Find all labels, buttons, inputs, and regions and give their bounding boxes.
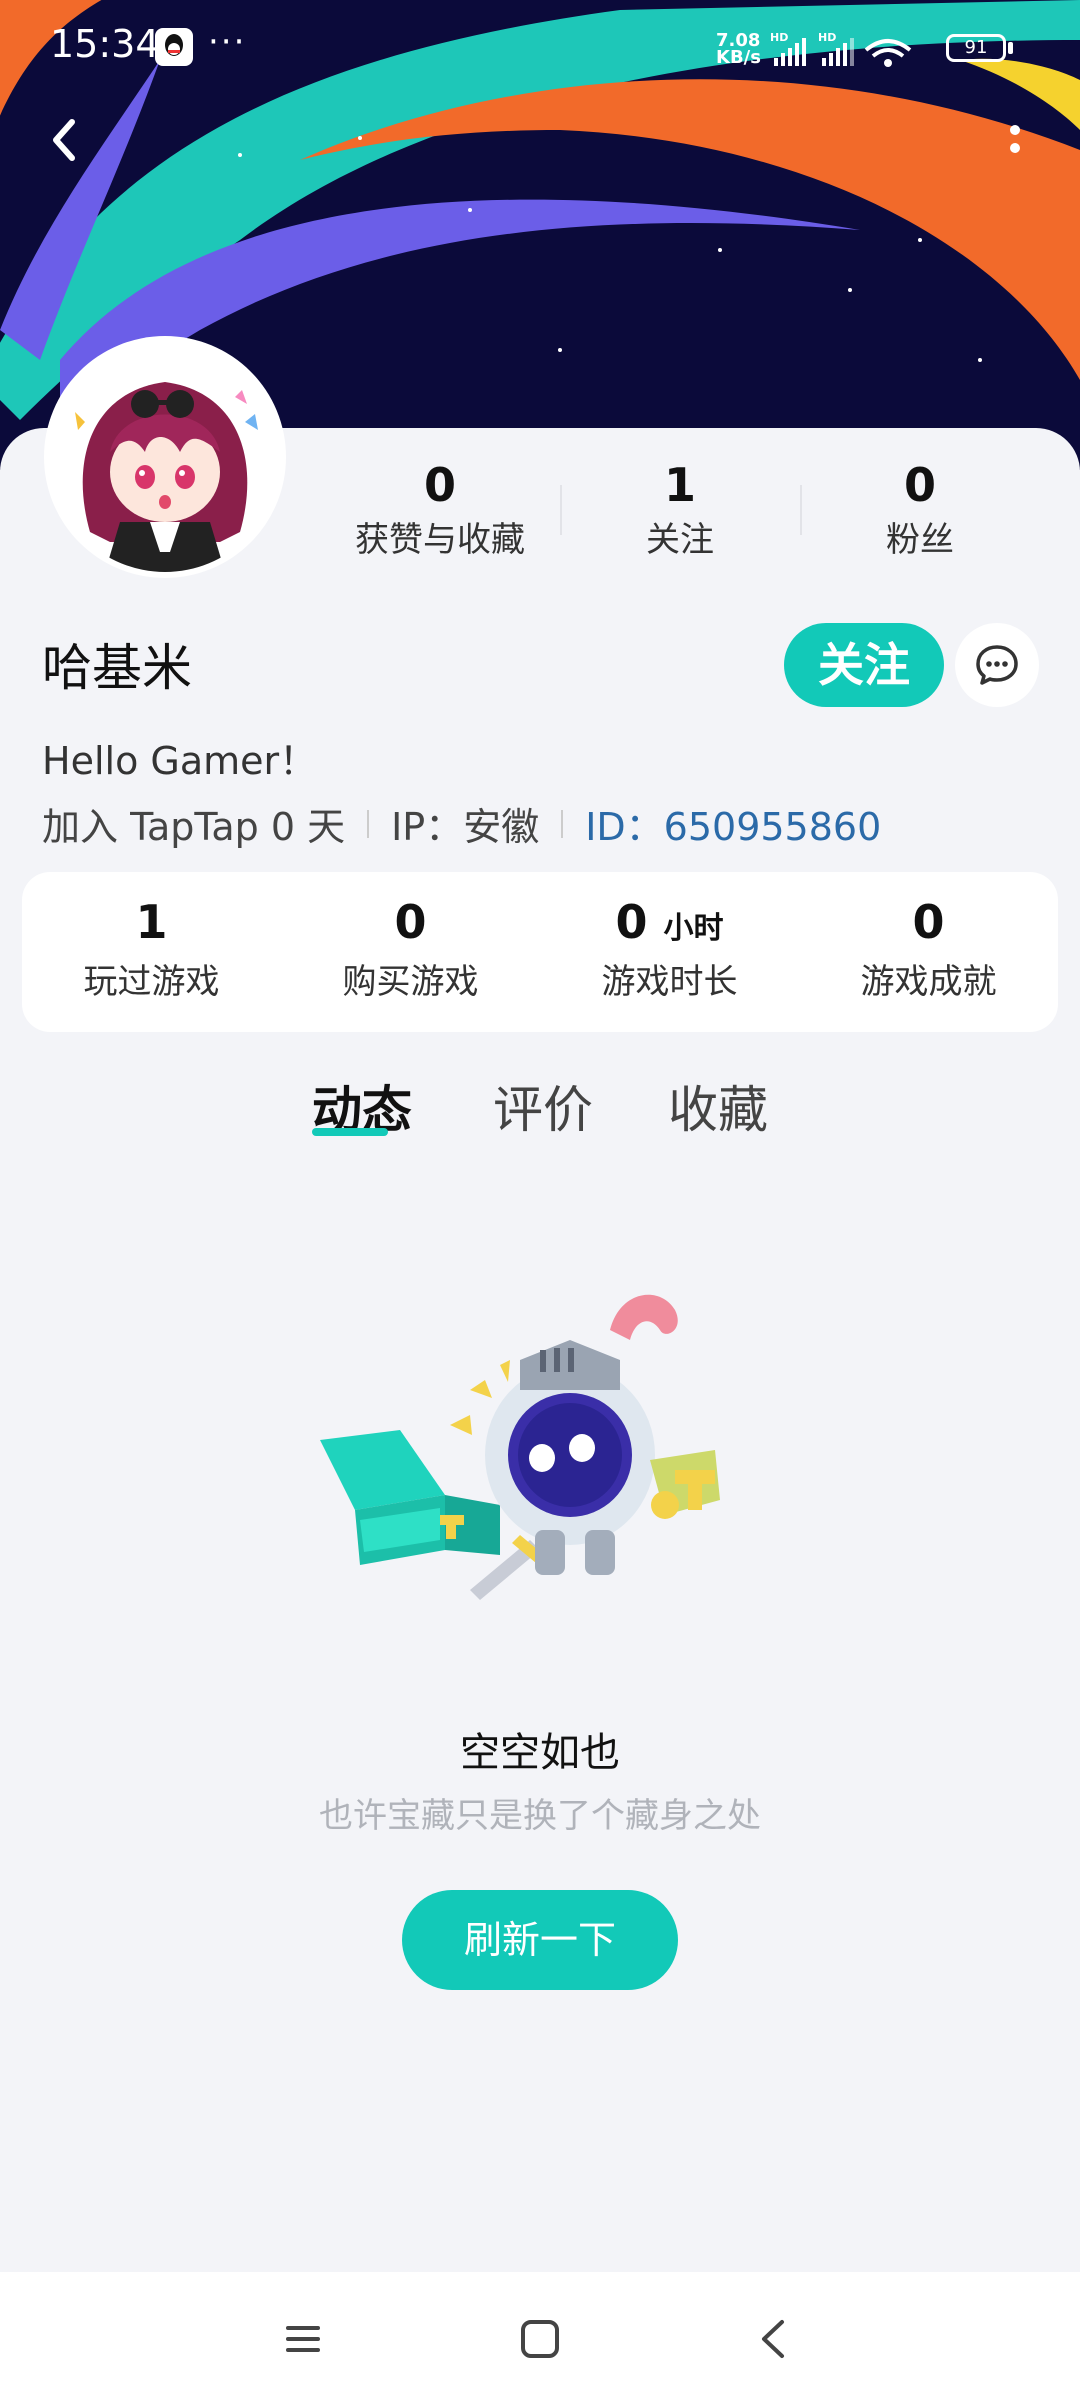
svg-text:HD: HD xyxy=(818,32,836,44)
game-stat-value: 0 小时 xyxy=(615,895,724,949)
battery-tip xyxy=(1008,42,1013,54)
menu-lines-icon xyxy=(286,2326,320,2352)
qq-notification-icon xyxy=(155,28,193,66)
back-button[interactable] xyxy=(40,110,90,170)
user-id[interactable]: ID：650955860 xyxy=(585,796,881,851)
stat-label: 获赞与收藏 xyxy=(355,520,525,560)
treasure-chest-icon xyxy=(320,1430,500,1565)
network-speed: 7.08 KB/s xyxy=(716,30,761,68)
profile-bio: Hello Gamer！ xyxy=(42,739,318,783)
game-stat-label: 游戏成就 xyxy=(860,962,997,1002)
empty-state-subtitle: 也许宝藏只是换了个藏身之处 xyxy=(319,1796,761,1836)
game-stat-purchased[interactable]: 0 购买游戏 xyxy=(281,872,540,1032)
profile-stats: 0 获赞与收藏 1 关注 0 粉丝 xyxy=(320,455,1040,570)
game-stat-played[interactable]: 1 玩过游戏 xyxy=(22,872,281,1032)
more-notifications-icon: ··· xyxy=(208,22,247,62)
stat-value: 1 xyxy=(663,458,696,512)
game-stat-label: 游戏时长 xyxy=(601,962,738,1002)
more-vertical-icon xyxy=(1010,125,1020,153)
game-stat-label: 购买游戏 xyxy=(342,962,479,1002)
ip-location: IP：安徽 xyxy=(391,805,540,849)
recents-button[interactable] xyxy=(278,2314,328,2364)
empty-state-illustration xyxy=(320,1294,720,1600)
stat-followers[interactable]: 0 粉丝 xyxy=(800,455,1040,570)
game-stat-achievements[interactable]: 0 游戏成就 xyxy=(799,872,1058,1032)
chevron-left-icon xyxy=(53,119,75,161)
battery-indicator: 91 xyxy=(946,34,1006,62)
svg-text:HD: HD xyxy=(770,32,788,44)
message-button[interactable] xyxy=(955,623,1039,707)
stat-label: 关注 xyxy=(646,520,714,560)
joined-days: 加入 TapTap 0 天 xyxy=(42,805,346,849)
game-stats-card: 1 玩过游戏 0 购买游戏 0 小时 游戏时长 0 游戏成就 xyxy=(22,872,1058,1032)
signal-wifi-icons: HD HD xyxy=(770,32,912,67)
stat-value: 0 xyxy=(423,458,456,512)
game-stat-playtime[interactable]: 0 小时 游戏时长 xyxy=(540,872,799,1032)
content-tabs: 动态 评价 收藏 xyxy=(0,1070,1080,1160)
game-stat-label: 玩过游戏 xyxy=(83,962,220,1002)
avatar-character-image xyxy=(50,342,280,572)
game-stat-value: 1 xyxy=(135,895,168,949)
stat-following[interactable]: 1 关注 xyxy=(560,455,800,570)
profile-page: 15:34 ··· 7.08 KB/s HD HD 91 0 获赞与收藏 1 关… xyxy=(0,0,1080,2400)
stat-value: 0 xyxy=(903,458,936,512)
username: 哈基米 xyxy=(42,639,192,697)
system-navigation-bar xyxy=(0,2272,1080,2400)
divider xyxy=(367,809,370,838)
status-bar: 15:34 ··· 7.08 KB/s HD HD 91 xyxy=(0,0,1080,95)
empty-state-title: 空空如也 xyxy=(460,1730,620,1776)
stat-label: 粉丝 xyxy=(886,520,954,560)
square-home-icon xyxy=(521,2320,559,2358)
follow-button[interactable]: 关注 xyxy=(784,623,944,707)
home-button[interactable] xyxy=(515,2314,565,2364)
tab-collections[interactable]: 收藏 xyxy=(668,1070,768,1142)
profile-meta: 加入 TapTap 0 天 IP：安徽 ID：650955860 xyxy=(42,796,881,851)
system-back-button[interactable] xyxy=(750,2314,800,2364)
stat-likes-collections[interactable]: 0 获赞与收藏 xyxy=(320,455,560,570)
status-time: 15:34 xyxy=(50,22,160,66)
refresh-button[interactable]: 刷新一下 xyxy=(402,1890,678,1990)
active-tab-indicator xyxy=(312,1128,388,1136)
more-options-button[interactable] xyxy=(1000,115,1030,175)
game-stat-value: 0 xyxy=(394,895,427,949)
chat-bubble-icon xyxy=(976,645,1018,685)
tab-reviews[interactable]: 评价 xyxy=(493,1070,593,1142)
avatar[interactable] xyxy=(50,342,280,572)
chevron-left-icon xyxy=(762,2320,784,2358)
divider xyxy=(561,809,564,838)
game-stat-value: 0 xyxy=(912,895,945,949)
